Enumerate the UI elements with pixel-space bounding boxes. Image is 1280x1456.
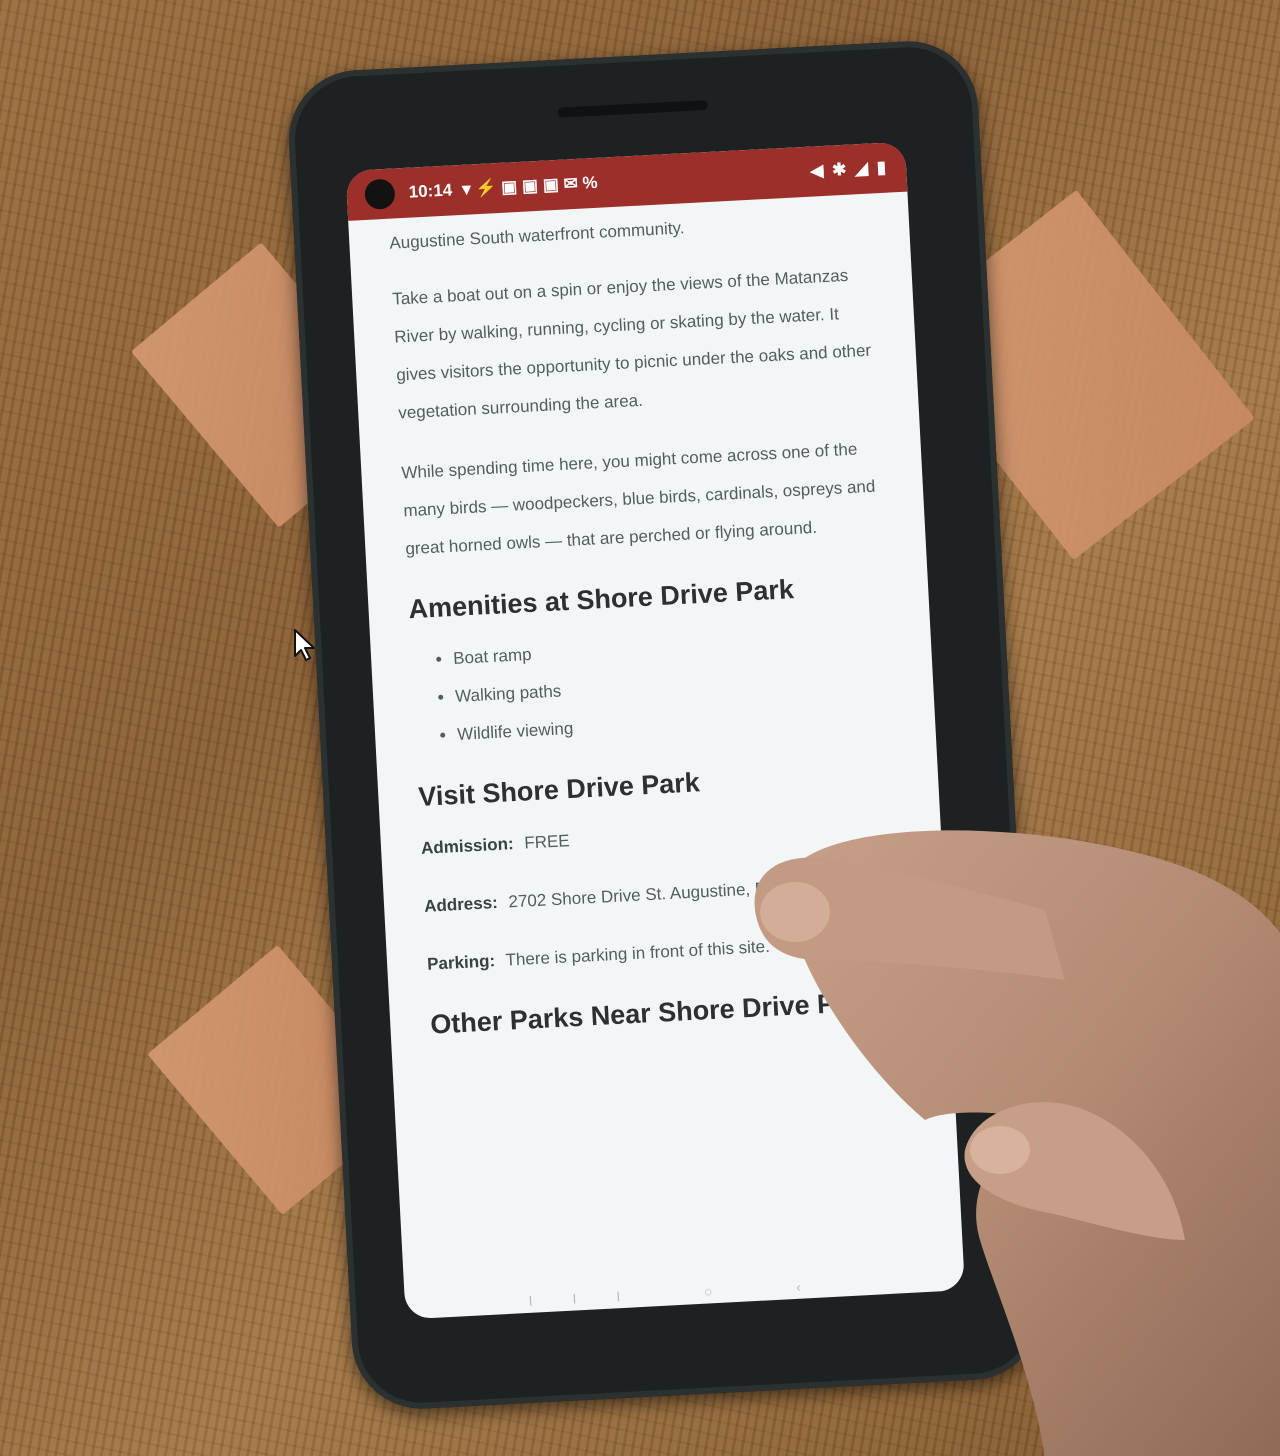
system-status-icons: ◀ ✱ ◢ ▮ [809, 157, 889, 181]
mouse-cursor-icon [294, 629, 315, 661]
hand-icon [754, 830, 1280, 1456]
status-time: 10:14 [408, 180, 453, 202]
parking-value: There is parking in front of this site. [505, 936, 771, 970]
notification-icons: ▾ ⚡ ▣ ▣ ▣ ✉ % [461, 172, 599, 199]
earpiece-speaker [557, 99, 708, 118]
photo-scene: 10:14 ▾ ⚡ ▣ ▣ ▣ ✉ % ◀ ✱ ◢ ▮ Augustine So… [0, 0, 1280, 1456]
amenities-list: Boat ramp Walking paths Wildlife viewing [410, 617, 895, 756]
admission-value: FREE [523, 831, 571, 853]
amenities-heading: Amenities at Shore Drive Park [407, 574, 795, 625]
address-label: Address: [423, 893, 499, 916]
paragraph-birds: While spending time here, you might come… [400, 439, 876, 559]
visit-heading: Visit Shore Drive Park [417, 767, 701, 812]
paragraph-river-activities: Take a boat out on a spin or enjoy the v… [391, 265, 872, 423]
front-camera-icon [364, 178, 396, 210]
admission-label: Admission: [420, 834, 515, 858]
parking-label: Parking: [426, 951, 496, 974]
